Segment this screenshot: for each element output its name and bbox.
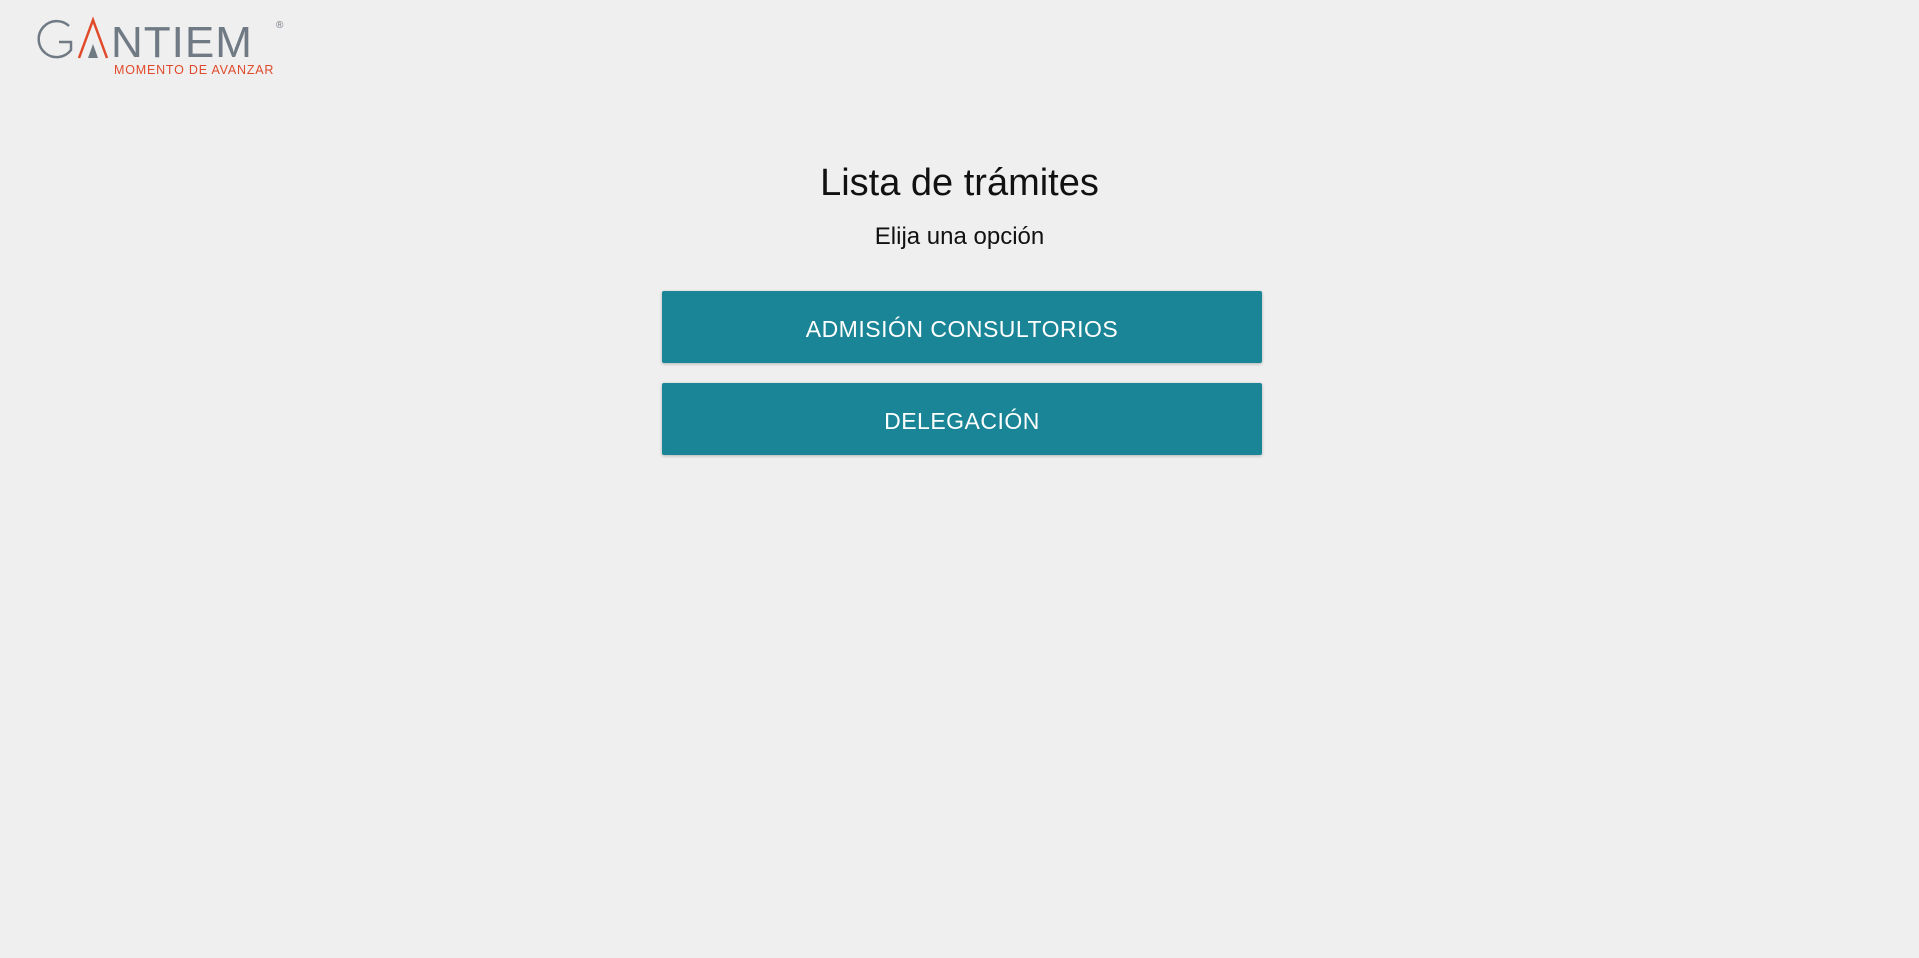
svg-text:NTIEM: NTIEM [111, 18, 253, 67]
registered-mark: ® [276, 20, 284, 31]
logo-tagline: MOMENTO DE AVANZAR [114, 63, 274, 77]
options-list: ADMISIÓN CONSULTORIOS DELEGACIÓN [662, 291, 1262, 475]
gantiem-logo[interactable]: NTIEM ® MOMENTO DE AVANZAR [33, 14, 293, 78]
page-title: Lista de trámites [820, 162, 1099, 204]
delegacion-button[interactable]: DELEGACIÓN [662, 383, 1262, 455]
gantiem-logo-graphic: NTIEM ® MOMENTO DE AVANZAR [37, 16, 284, 77]
page-subtitle: Elija una opción [874, 223, 1045, 250]
page: NTIEM ® MOMENTO DE AVANZAR Lista de trám… [0, 0, 1919, 958]
admision-consultorios-button[interactable]: ADMISIÓN CONSULTORIOS [662, 291, 1262, 363]
